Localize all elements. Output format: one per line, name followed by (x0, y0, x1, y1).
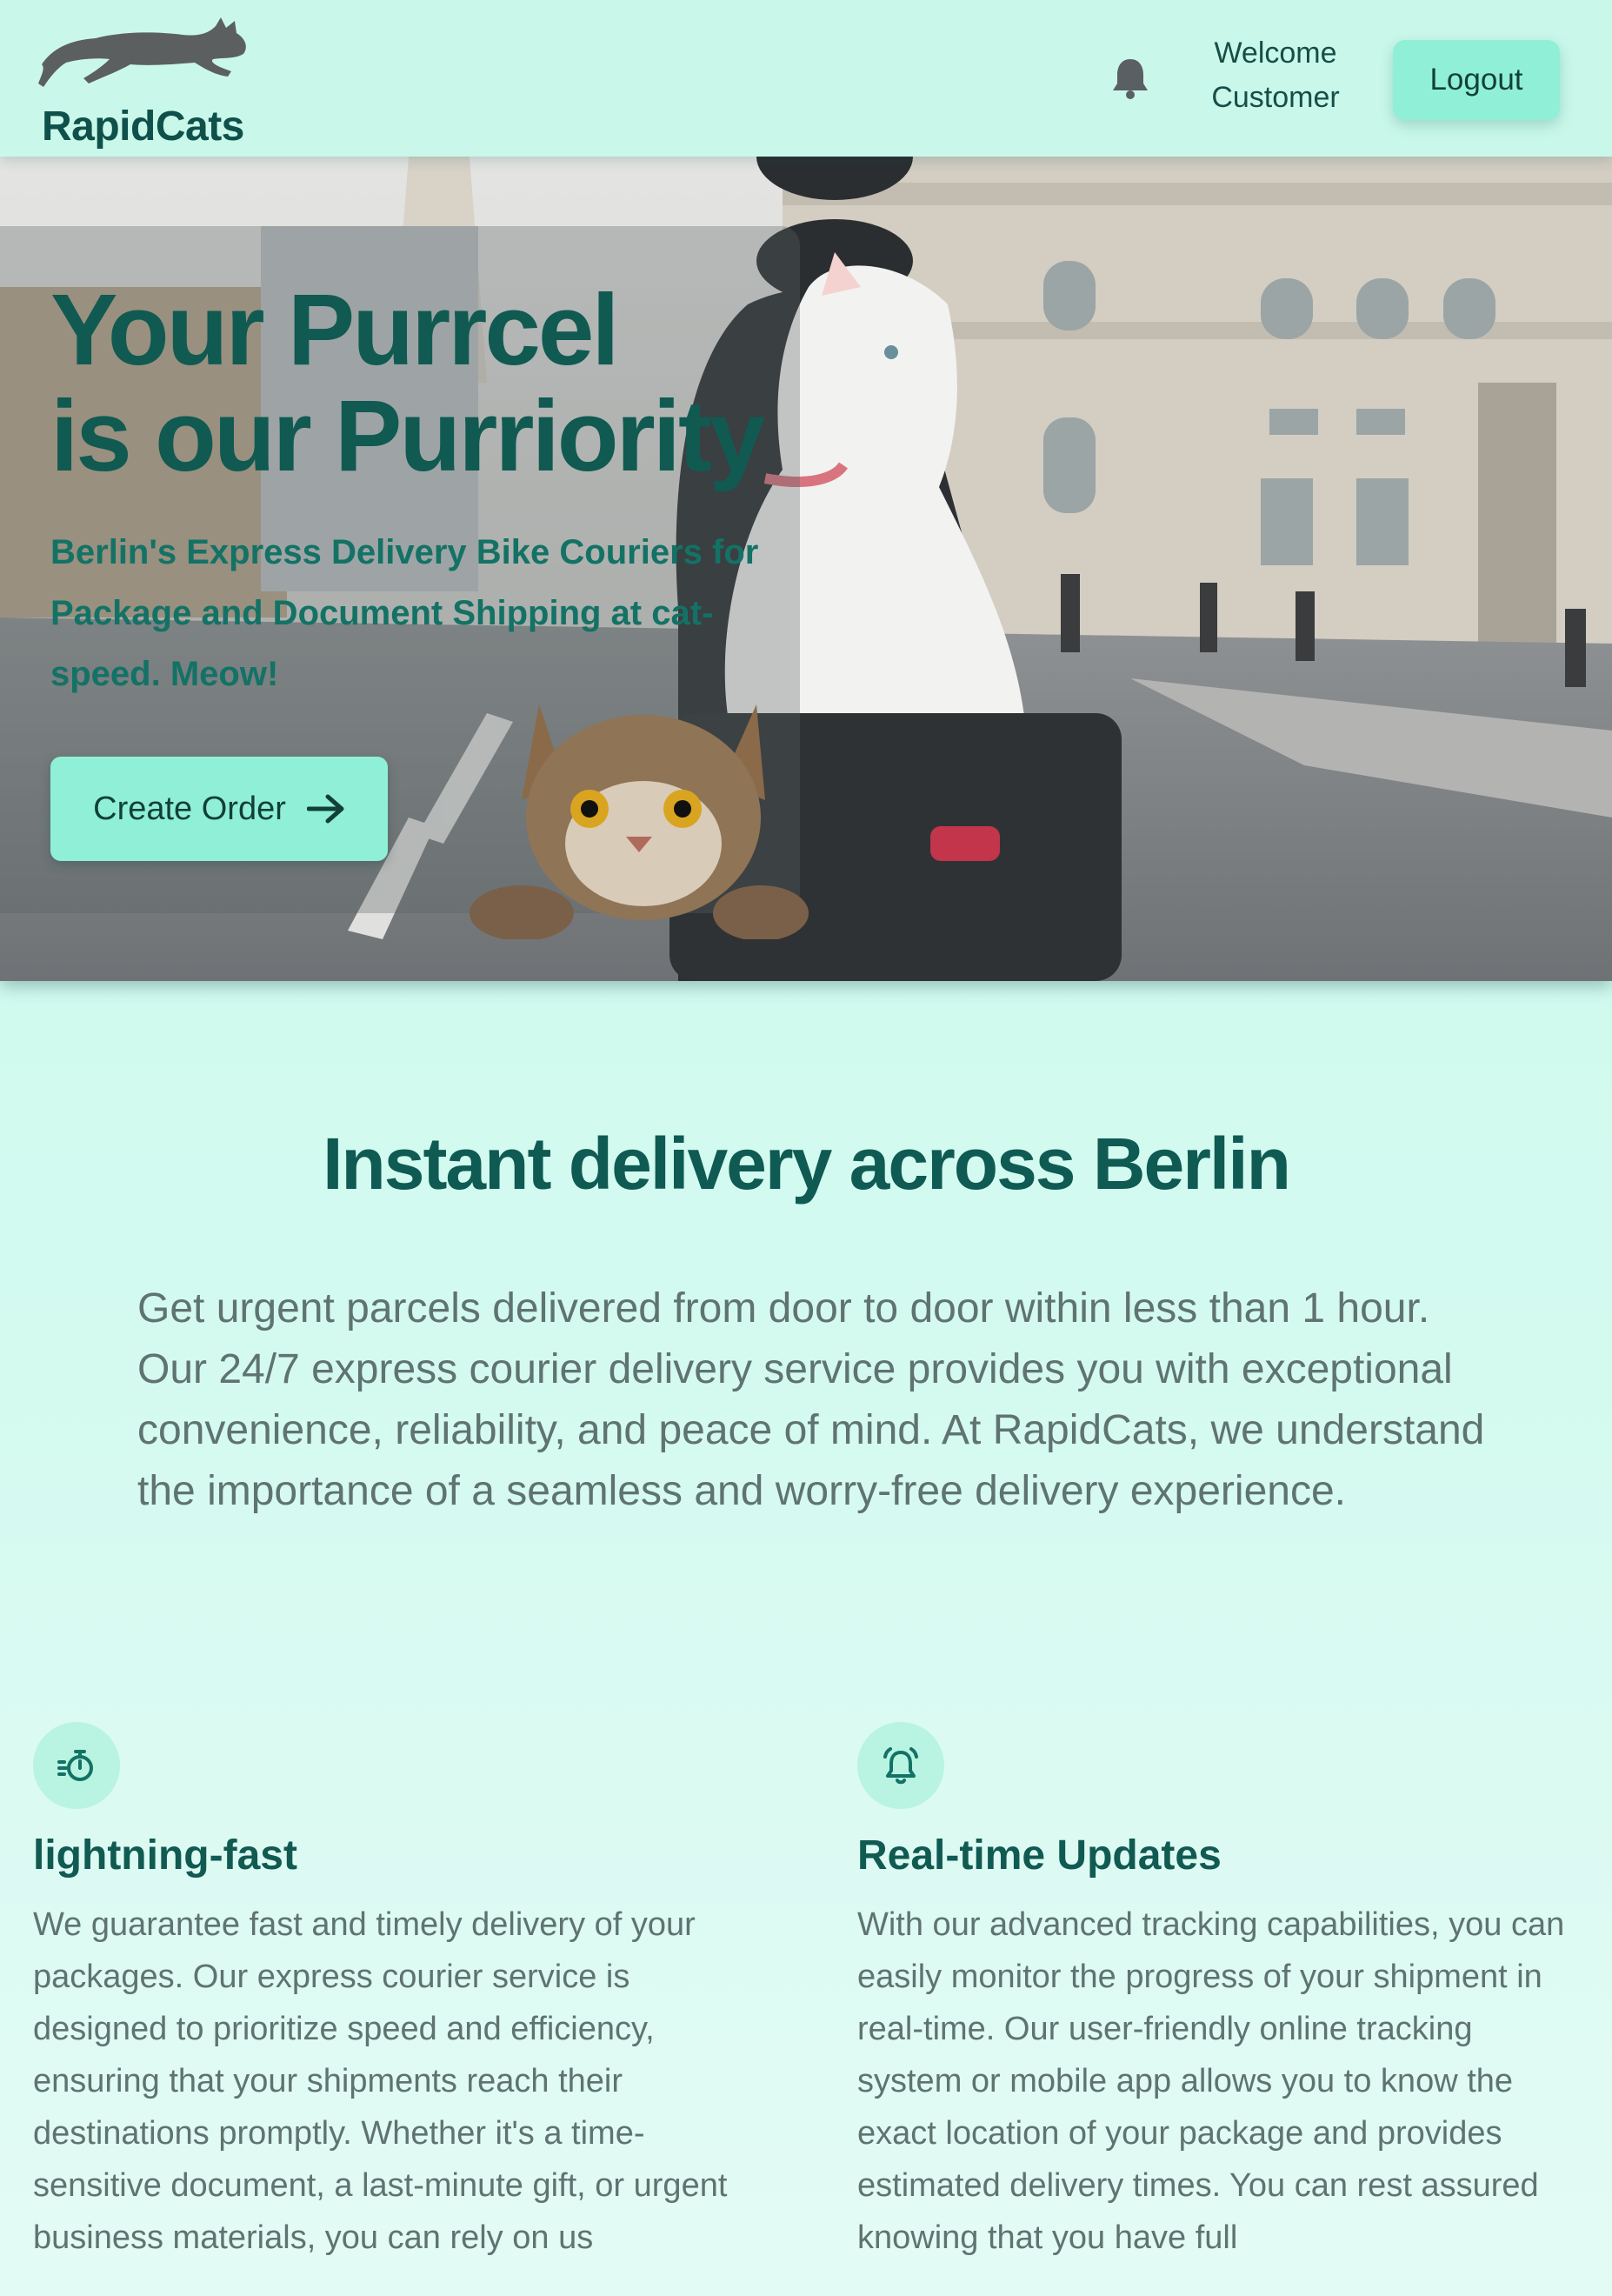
section-title: Instant delivery across Berlin (323, 1123, 1291, 1205)
stopwatch-icon (33, 1722, 120, 1809)
create-order-button[interactable]: Create Order (50, 757, 388, 861)
feature-description: With our advanced tracking capabilities,… (857, 1906, 1565, 2256)
peeking-cat-image (470, 704, 809, 939)
feature-title: Real-time Updates (857, 1832, 1222, 1879)
intro-paragraph: Get urgent parcels delivered from door t… (137, 1285, 1485, 1514)
feature-card: Real-time Updates With our advanced trac… (857, 1722, 1570, 2264)
hero-title: Your Purrcel is our Purriority (50, 277, 833, 489)
site-header: RapidCats Welcome Customer Logout (0, 0, 1612, 157)
welcome-message: Welcome Customer (1191, 31, 1360, 120)
hero-banner: Your Purrcel is our Purriority Berlin's … (0, 157, 1612, 981)
feature-title: lightning-fast (33, 1832, 297, 1879)
customer-name: Customer (1211, 81, 1340, 114)
welcome-line: Welcome (1214, 37, 1337, 70)
logout-button[interactable]: Logout (1393, 40, 1560, 120)
create-order-label: Create Order (93, 790, 286, 827)
feature-card: lightning-fast We guarantee fast and tim… (33, 1722, 746, 2264)
alarm-bell-icon (857, 1722, 944, 1809)
hero-subtitle: Berlin's Express Delivery Bike Couriers … (50, 533, 759, 693)
arrow-right-icon (306, 794, 344, 824)
hero-title-line: Your Purrcel (50, 273, 620, 386)
logo[interactable]: RapidCats (31, 14, 257, 150)
bell-icon[interactable] (1109, 56, 1151, 101)
hero-title-line: is our Purriority (50, 379, 765, 492)
feature-description: We guarantee fast and timely delivery of… (33, 1906, 728, 2256)
brand-name: RapidCats (42, 103, 244, 150)
running-cat-logo-icon (38, 17, 246, 87)
